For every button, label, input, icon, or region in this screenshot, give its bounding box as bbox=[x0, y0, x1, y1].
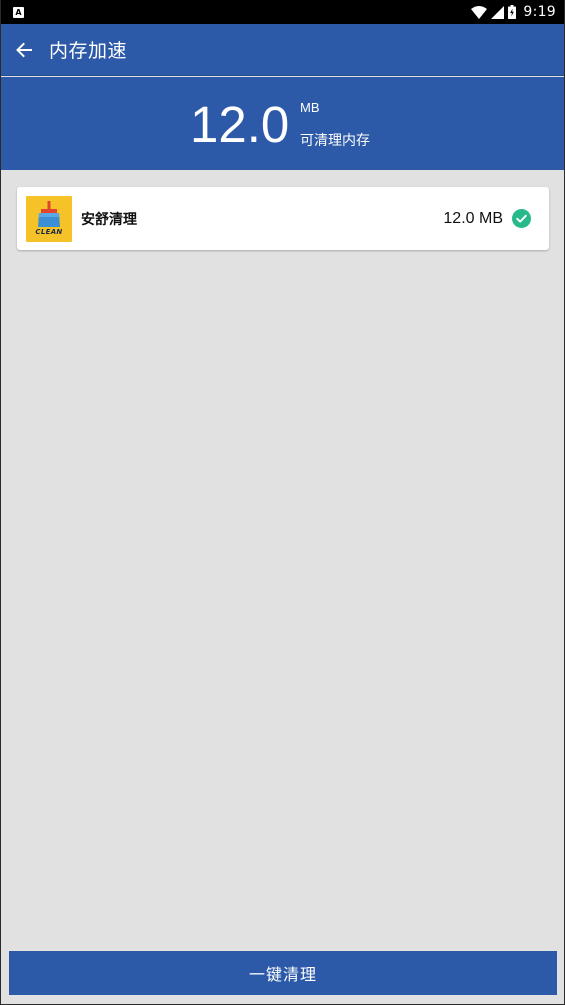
status-clock: 9:19 bbox=[523, 4, 556, 20]
status-left: A bbox=[13, 6, 24, 18]
back-button[interactable] bbox=[2, 24, 46, 76]
app-name: 安舒清理 bbox=[81, 211, 137, 228]
cleanable-label: 可清理内存 bbox=[300, 133, 370, 149]
one-click-clean-button[interactable]: 一键清理 bbox=[9, 951, 557, 995]
cleanable-unit: MB bbox=[300, 100, 320, 115]
status-bar: A 9:19 bbox=[1, 0, 564, 24]
app-bar: 内存加速 bbox=[1, 24, 564, 76]
memory-summary: 12.0 MB 可清理内存 bbox=[1, 77, 564, 170]
arrow-left-icon bbox=[16, 42, 32, 57]
battery-icon bbox=[508, 5, 517, 19]
wifi-icon bbox=[471, 5, 488, 19]
cleanable-amount: 12.0 bbox=[190, 96, 290, 153]
screen: A 9:19 内存加速 12.0 MB 可清理内存 CLEAN 安舒清理 12.… bbox=[0, 0, 565, 1005]
status-right: 9:19 bbox=[471, 4, 556, 20]
notification-icon: A bbox=[13, 6, 24, 18]
page-title: 内存加速 bbox=[49, 40, 128, 62]
app-icon-text: CLEAN bbox=[35, 227, 63, 236]
check-circle-icon bbox=[512, 209, 531, 228]
app-icon: CLEAN bbox=[26, 195, 72, 242]
list-item[interactable]: CLEAN 安舒清理 12.0 MB bbox=[17, 187, 549, 250]
checkbox[interactable] bbox=[512, 209, 531, 228]
app-size: 12.0 MB bbox=[443, 209, 503, 227]
signal-icon bbox=[491, 5, 505, 19]
